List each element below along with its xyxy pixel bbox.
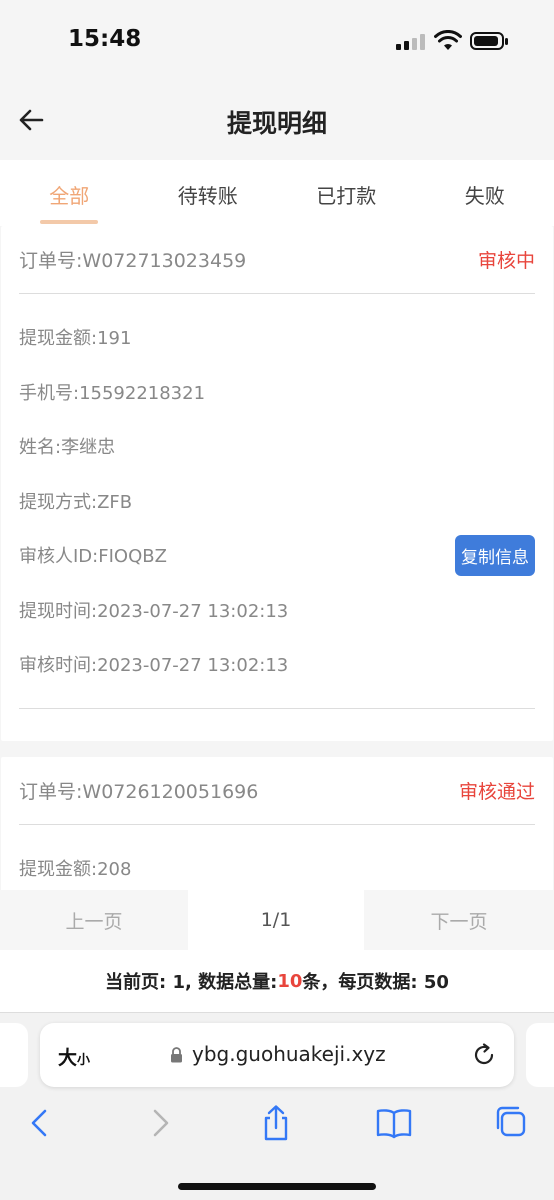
wifi-icon [434, 30, 462, 50]
page-title: 提现明细 [226, 109, 327, 138]
phone-row: 手机号:15592218321 [19, 365, 535, 420]
withdraw-time-row: 提现时间:2023-07-27 13:02:13 [19, 583, 535, 638]
next-page-button[interactable]: 下一页 [364, 890, 554, 950]
status-bar: 15:48 [0, 0, 554, 80]
card-header: 订单号:W072713023459 审核中 [19, 226, 535, 294]
review-time-row: 审核时间:2023-07-27 13:02:13 [19, 637, 535, 692]
order-number: 订单号:W072713023459 [19, 250, 247, 272]
withdrawal-card: 订单号:W072713023459 审核中 提现金额:191 手机号:15592… [1, 226, 553, 741]
card-details: 提现金额:191 手机号:15592218321 姓名:李继忠 提现方式:ZFB… [19, 294, 535, 709]
amount-text: 提现金额:191 [19, 328, 132, 350]
text-size-small: 小 [77, 1053, 91, 1068]
home-indicator [178, 1183, 376, 1190]
amount-row: 提现金额:191 [19, 310, 535, 365]
name-text: 姓名:李继忠 [19, 437, 116, 459]
reviewer-row: 审核人ID:FIOQBZ 复制信息 [19, 528, 535, 583]
method-row: 提现方式:ZFB [19, 474, 535, 529]
text-size-big: 大 [58, 1047, 78, 1069]
back-icon[interactable] [20, 1103, 60, 1143]
tab-failed[interactable]: 失败 [416, 160, 554, 226]
address-bar[interactable]: 大小 ybg.guohuakeji.xyz [40, 1023, 514, 1087]
share-icon[interactable] [256, 1103, 296, 1143]
tabs-icon[interactable] [492, 1103, 532, 1143]
summary-prefix: 当前页: 1, 数据总量: [105, 972, 278, 993]
name-row: 姓名:李继忠 [19, 419, 535, 474]
order-number: 订单号:W0726120051696 [19, 780, 259, 803]
phone-text: 手机号:15592218321 [19, 382, 206, 404]
card-header: 订单号:W0726120051696 审核通过 [19, 757, 535, 825]
status-tabs: 全部 待转账 已打款 失败 [0, 160, 554, 226]
status-badge: 审核通过 [458, 780, 535, 803]
url-text: ybg.guohuakeji.xyz [192, 1042, 386, 1066]
withdrawal-list[interactable]: 订单号:W072713023459 审核中 提现金额:191 手机号:15592… [0, 226, 554, 890]
prev-page-button[interactable]: 上一页 [0, 890, 188, 950]
total-count: 10 [277, 970, 303, 992]
previous-tab-peek[interactable] [0, 1023, 28, 1087]
withdraw-time-text: 提现时间:2023-07-27 13:02:13 [19, 600, 289, 622]
lock-icon [171, 1047, 182, 1063]
text-size-button[interactable]: 大小 [58, 1043, 90, 1070]
next-tab-peek[interactable] [526, 1023, 554, 1087]
amount-row: 提现金额:208 [19, 841, 535, 891]
withdrawal-card: 订单号:W0726120051696 审核通过 提现金额:208 [1, 756, 553, 891]
card-footer [19, 709, 535, 741]
bookmarks-icon[interactable] [374, 1103, 414, 1143]
cellular-signal-icon [396, 34, 426, 50]
tab-pending-transfer[interactable]: 待转账 [139, 160, 278, 226]
browser-bar: 大小 ybg.guohuakeji.xyz [0, 1012, 554, 1200]
tab-all[interactable]: 全部 [0, 160, 139, 226]
pagination: 上一页 1/1 下一页 [0, 890, 554, 950]
reviewer-id-text: 审核人ID:FIOQBZ [19, 546, 167, 568]
status-badge: 审核中 [477, 250, 535, 272]
card-details: 提现金额:208 [19, 825, 535, 891]
copy-info-button[interactable]: 复制信息 [455, 534, 535, 576]
page-header: 提现明细 [0, 80, 554, 160]
method-text: 提现方式:ZFB [19, 491, 133, 513]
review-time-text: 审核时间:2023-07-27 13:02:13 [19, 655, 289, 677]
tab-paid[interactable]: 已打款 [277, 160, 416, 226]
amount-text: 提现金额:208 [19, 858, 132, 880]
battery-icon [470, 32, 508, 50]
forward-icon[interactable] [140, 1103, 180, 1143]
reload-icon[interactable] [470, 1041, 498, 1069]
status-time: 15:48 [68, 26, 142, 52]
summary-suffix: 条，每页数据: 50 [302, 972, 449, 993]
browser-toolbar [0, 1093, 554, 1153]
data-summary: 当前页: 1, 数据总量: 10 条，每页数据: 50 [0, 950, 554, 1012]
page-indicator: 1/1 [260, 909, 292, 931]
